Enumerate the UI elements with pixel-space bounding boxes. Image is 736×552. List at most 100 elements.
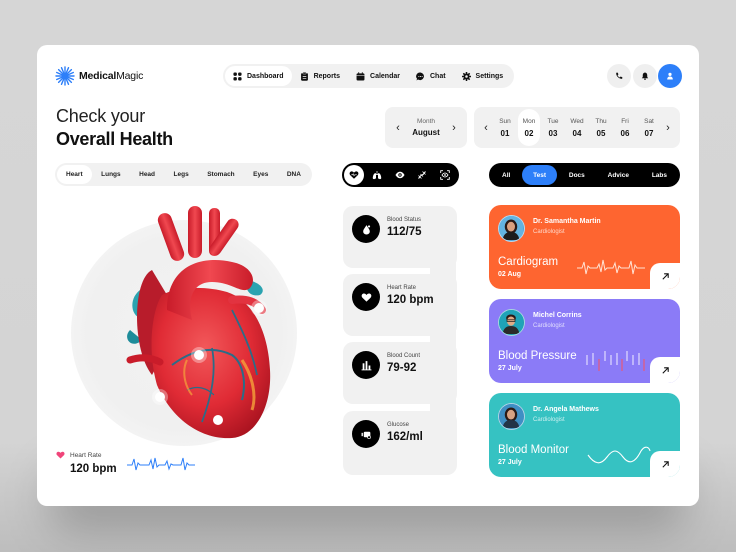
prev-week-chevron-icon[interactable]: ‹ <box>482 122 490 134</box>
day-number: 05 <box>596 128 606 138</box>
day-number: 07 <box>644 128 654 138</box>
doctor-card-blood-pressure[interactable]: Michel Corrins Cardiologist Blood Pressu… <box>489 299 680 383</box>
bar-chart-icon <box>361 360 371 370</box>
starburst-logo-icon <box>55 66 75 86</box>
day-sun[interactable]: Sun 01 <box>494 109 516 146</box>
test-date: 27 July <box>498 365 522 372</box>
test-date: 02 Aug <box>498 271 522 278</box>
heart-3d-model[interactable] <box>92 200 287 445</box>
doctor-role: Cardiologist <box>533 229 565 235</box>
tab-dna[interactable]: DNA <box>278 165 310 184</box>
prev-month-chevron-icon[interactable]: ‹ <box>394 122 402 134</box>
stat-card-glucose[interactable]: Glucose 162/ml <box>343 411 457 475</box>
tab-stomach[interactable]: Stomach <box>198 165 243 184</box>
doctor-role: Cardiologist <box>533 417 565 423</box>
icon-tab-scan[interactable] <box>435 165 455 185</box>
icon-tab-heart[interactable] <box>344 165 364 185</box>
glucose-meter-icon <box>361 431 371 439</box>
stat-icon-wrap <box>352 351 380 379</box>
tab-test[interactable]: Test <box>522 165 558 185</box>
nav-chat[interactable]: Chat <box>408 66 454 86</box>
grid-icon <box>233 71 242 81</box>
nav-label: Chat <box>429 72 446 80</box>
stat-label: Glucose <box>387 422 410 428</box>
lungs-icon <box>372 171 381 180</box>
tab-lungs[interactable]: Lungs <box>92 165 130 184</box>
nav-settings[interactable]: Settings <box>454 66 512 86</box>
heart-rate-waveform <box>127 457 195 471</box>
doctor-card-cardiogram[interactable]: Dr. Samantha Martin Cardiologist Cardiog… <box>489 205 680 289</box>
tab-labs[interactable]: Labs <box>641 165 678 185</box>
day-thu[interactable]: Thu 05 <box>590 109 612 146</box>
open-record-button[interactable] <box>650 451 680 477</box>
notifications-button[interactable] <box>633 64 657 88</box>
doctor-photo-icon <box>499 216 523 240</box>
stat-card-heart-rate[interactable]: Heart Rate 120 bpm <box>343 274 457 336</box>
tab-docs[interactable]: Docs <box>558 165 596 185</box>
tab-advice[interactable]: Advice <box>597 165 640 185</box>
month-picker: ‹ Month August › <box>385 107 467 148</box>
next-week-chevron-icon[interactable]: › <box>664 122 672 134</box>
open-record-button[interactable] <box>650 357 680 383</box>
open-record-button[interactable] <box>650 263 680 289</box>
day-name: Sat <box>644 117 654 125</box>
doctor-card-blood-monitor[interactable]: Dr. Angela Mathews Cardiologist Blood Mo… <box>489 393 680 477</box>
day-tue[interactable]: Tue 03 <box>542 109 564 146</box>
day-sat[interactable]: Sat 07 <box>638 109 660 146</box>
call-button[interactable] <box>607 64 631 88</box>
main-nav: Dashboard Reports Calendar Chat Settings <box>223 64 514 88</box>
stat-card-blood-count[interactable]: Blood Count 79-92 <box>343 342 457 404</box>
tab-eyes[interactable]: Eyes <box>244 165 277 184</box>
clipboard-icon <box>300 71 308 81</box>
tab-head[interactable]: Head <box>130 165 164 184</box>
icon-tab-dna[interactable] <box>412 165 432 185</box>
tab-heart[interactable]: Heart <box>57 165 92 184</box>
next-month-chevron-icon[interactable]: › <box>450 122 458 134</box>
arrow-up-right-icon <box>661 460 669 468</box>
stat-label: Blood Count <box>387 353 421 359</box>
heart-hotspot[interactable] <box>213 415 223 425</box>
nav-calendar[interactable]: Calendar <box>348 66 408 86</box>
stat-card-blood-status[interactable]: Blood Status 112/75 <box>343 206 457 268</box>
test-name: Blood Pressure <box>498 350 577 362</box>
heart-icon <box>56 451 65 459</box>
day-number: 06 <box>620 128 630 138</box>
page-title-line1: Check your <box>56 106 146 126</box>
stat-label: Heart Rate <box>387 285 417 291</box>
day-fri[interactable]: Fri 06 <box>614 109 636 146</box>
doctor-name: Michel Corrins <box>533 312 582 319</box>
gear-icon <box>461 71 471 81</box>
ecg-waveform <box>577 259 645 275</box>
day-name: Tue <box>547 117 559 125</box>
tab-legs[interactable]: Legs <box>165 165 198 184</box>
stat-icon-wrap <box>352 215 380 243</box>
phone-icon <box>616 72 623 79</box>
day-wed[interactable]: Wed 04 <box>566 109 588 146</box>
chat-icon <box>416 72 424 80</box>
test-date: 27 July <box>498 459 522 466</box>
doctor-avatar <box>498 403 525 430</box>
day-number: 01 <box>500 128 510 138</box>
organ-icon-tabs <box>342 163 459 187</box>
user-icon <box>667 72 673 80</box>
icon-tab-lungs[interactable] <box>367 165 387 185</box>
stat-value: 120 bpm <box>387 294 434 306</box>
day-mon[interactable]: Mon 02 <box>518 109 540 146</box>
brand-name: MedicalMagic <box>79 70 144 82</box>
nav-reports[interactable]: Reports <box>292 66 348 86</box>
icon-tab-eye[interactable] <box>390 165 410 185</box>
record-filter-tabs: All Test Docs Advice Labs <box>489 163 680 187</box>
stat-icon-wrap <box>352 420 380 448</box>
blood-monitor-sine-wave <box>587 446 651 464</box>
heart-icon <box>349 171 359 179</box>
week-picker: ‹ Sun 01 Mon 02 Tue 03 Wed 04 Thu 05 Fri 06 Sa… <box>474 107 680 148</box>
tab-all[interactable]: All <box>491 165 521 185</box>
brand-logo[interactable]: MedicalMagic <box>55 66 143 86</box>
doctor-photo-icon <box>499 310 523 334</box>
day-name: Wed <box>570 117 584 125</box>
profile-button[interactable] <box>658 64 682 88</box>
heart-rate-widget: Heart Rate 120 bpm <box>56 451 117 475</box>
nav-dashboard[interactable]: Dashboard <box>225 66 292 86</box>
doctor-name: Dr. Samantha Martin <box>533 218 601 225</box>
stat-icon-wrap <box>352 283 380 311</box>
